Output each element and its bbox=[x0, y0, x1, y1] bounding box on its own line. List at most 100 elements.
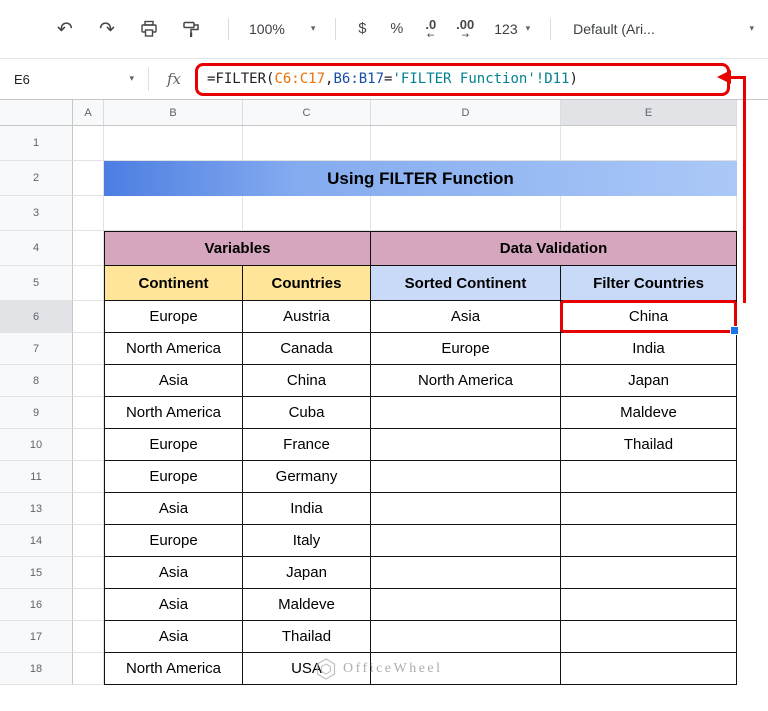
cell-D3[interactable] bbox=[371, 196, 561, 231]
cell-B10[interactable]: Europe bbox=[104, 429, 243, 461]
cell-C16[interactable]: Maldeve bbox=[243, 589, 371, 621]
formula-input[interactable]: =FILTER(C6:C17,B6:B17='FILTER Function'!… bbox=[207, 71, 578, 87]
cell-D13[interactable] bbox=[371, 493, 561, 525]
cell-A8[interactable] bbox=[73, 365, 104, 397]
row-header-13[interactable]: 13 bbox=[0, 493, 73, 525]
cell-D14[interactable] bbox=[371, 525, 561, 557]
cell-C15[interactable]: Japan bbox=[243, 557, 371, 589]
cell-E7[interactable]: India bbox=[561, 333, 737, 365]
decrease-decimal-button[interactable]: .0 ← bbox=[425, 18, 436, 41]
column-label-sorted-continent[interactable]: Sorted Continent bbox=[371, 266, 561, 301]
column-header-c[interactable]: C bbox=[243, 100, 371, 126]
cell-A11[interactable] bbox=[73, 461, 104, 493]
select-all-corner[interactable] bbox=[0, 100, 73, 126]
column-label-continent[interactable]: Continent bbox=[104, 266, 243, 301]
cell-B17[interactable]: Asia bbox=[104, 621, 243, 653]
row-header-8[interactable]: 8 bbox=[0, 365, 73, 397]
cell-B11[interactable]: Europe bbox=[104, 461, 243, 493]
column-label-filter-countries[interactable]: Filter Countries bbox=[561, 266, 737, 301]
cell-E17[interactable] bbox=[561, 621, 737, 653]
row-header-7[interactable]: 7 bbox=[0, 333, 73, 365]
cell-A9[interactable] bbox=[73, 397, 104, 429]
cell-C3[interactable] bbox=[243, 196, 371, 231]
cell-E1[interactable] bbox=[561, 126, 737, 161]
cell-C11[interactable]: Germany bbox=[243, 461, 371, 493]
row-header-5[interactable]: 5 bbox=[0, 266, 73, 301]
cell-E9[interactable]: Maldeve bbox=[561, 397, 737, 429]
currency-format-button[interactable]: $ bbox=[358, 21, 366, 37]
undo-button[interactable]: ↶ bbox=[50, 14, 80, 44]
cell-C13[interactable]: India bbox=[243, 493, 371, 525]
cell-A7[interactable] bbox=[73, 333, 104, 365]
cell-E18[interactable] bbox=[561, 653, 737, 685]
row-header-9[interactable]: 9 bbox=[0, 397, 73, 429]
selected-cell-E6[interactable]: China bbox=[560, 300, 739, 335]
cell-B7[interactable]: North America bbox=[104, 333, 243, 365]
cell-C1[interactable] bbox=[243, 126, 371, 161]
cell-D16[interactable] bbox=[371, 589, 561, 621]
row-header-11[interactable]: 11 bbox=[0, 461, 73, 493]
cell-A2[interactable] bbox=[73, 161, 104, 196]
cell-A18[interactable] bbox=[73, 653, 104, 685]
cell-E8[interactable]: Japan bbox=[561, 365, 737, 397]
row-header-18[interactable]: 18 bbox=[0, 653, 73, 685]
group-header-variables[interactable]: Variables bbox=[104, 231, 371, 266]
column-label-countries[interactable]: Countries bbox=[243, 266, 371, 301]
cell-D17[interactable] bbox=[371, 621, 561, 653]
row-header-3[interactable]: 3 bbox=[0, 196, 73, 231]
row-header-10[interactable]: 10 bbox=[0, 429, 73, 461]
group-header-data-validation[interactable]: Data Validation bbox=[371, 231, 737, 266]
cell-D6[interactable]: Asia bbox=[371, 301, 561, 333]
column-header-b[interactable]: B bbox=[104, 100, 243, 126]
column-header-a[interactable]: A bbox=[73, 100, 104, 126]
column-header-d[interactable]: D bbox=[371, 100, 561, 126]
cell-D9[interactable] bbox=[371, 397, 561, 429]
cell-C9[interactable]: Cuba bbox=[243, 397, 371, 429]
percent-format-button[interactable]: % bbox=[390, 21, 403, 37]
cell-D8[interactable]: North America bbox=[371, 365, 561, 397]
table-title[interactable]: Using FILTER Function bbox=[104, 161, 737, 196]
cell-A13[interactable] bbox=[73, 493, 104, 525]
row-header-1[interactable]: 1 bbox=[0, 126, 73, 161]
cell-A16[interactable] bbox=[73, 589, 104, 621]
cell-B14[interactable]: Europe bbox=[104, 525, 243, 557]
cell-E10[interactable]: Thailad bbox=[561, 429, 737, 461]
row-header-4[interactable]: 4 bbox=[0, 231, 73, 266]
print-button[interactable] bbox=[134, 14, 164, 44]
cell-C10[interactable]: France bbox=[243, 429, 371, 461]
cell-B1[interactable] bbox=[104, 126, 243, 161]
cell-B15[interactable]: Asia bbox=[104, 557, 243, 589]
cell-B16[interactable]: Asia bbox=[104, 589, 243, 621]
font-select[interactable]: Default (Ari... ▾ bbox=[565, 21, 768, 37]
cell-B18[interactable]: North America bbox=[104, 653, 243, 685]
cell-A3[interactable] bbox=[73, 196, 104, 231]
cell-D1[interactable] bbox=[371, 126, 561, 161]
increase-decimal-button[interactable]: .00 → bbox=[456, 18, 474, 41]
row-header-15[interactable]: 15 bbox=[0, 557, 73, 589]
row-header-14[interactable]: 14 bbox=[0, 525, 73, 557]
row-header-17[interactable]: 17 bbox=[0, 621, 73, 653]
cell-E15[interactable] bbox=[561, 557, 737, 589]
column-header-e[interactable]: E bbox=[561, 100, 737, 126]
cell-D15[interactable] bbox=[371, 557, 561, 589]
cell-B3[interactable] bbox=[104, 196, 243, 231]
row-header-16[interactable]: 16 bbox=[0, 589, 73, 621]
cell-C14[interactable]: Italy bbox=[243, 525, 371, 557]
cell-A6[interactable] bbox=[73, 301, 104, 333]
cell-B13[interactable]: Asia bbox=[104, 493, 243, 525]
cell-C6[interactable]: Austria bbox=[243, 301, 371, 333]
name-box[interactable]: E6 ▾ bbox=[0, 72, 148, 87]
more-formats-button[interactable]: 123 ▾ bbox=[494, 21, 530, 37]
zoom-select[interactable]: 100% ▾ bbox=[249, 21, 315, 37]
cell-E16[interactable] bbox=[561, 589, 737, 621]
row-header-2[interactable]: 2 bbox=[0, 161, 73, 196]
cell-A17[interactable] bbox=[73, 621, 104, 653]
cell-E13[interactable] bbox=[561, 493, 737, 525]
cell-E3[interactable] bbox=[561, 196, 737, 231]
cell-D11[interactable] bbox=[371, 461, 561, 493]
cell-E11[interactable] bbox=[561, 461, 737, 493]
cell-B8[interactable]: Asia bbox=[104, 365, 243, 397]
cell-D10[interactable] bbox=[371, 429, 561, 461]
cell-C17[interactable]: Thailad bbox=[243, 621, 371, 653]
cell-C8[interactable]: China bbox=[243, 365, 371, 397]
